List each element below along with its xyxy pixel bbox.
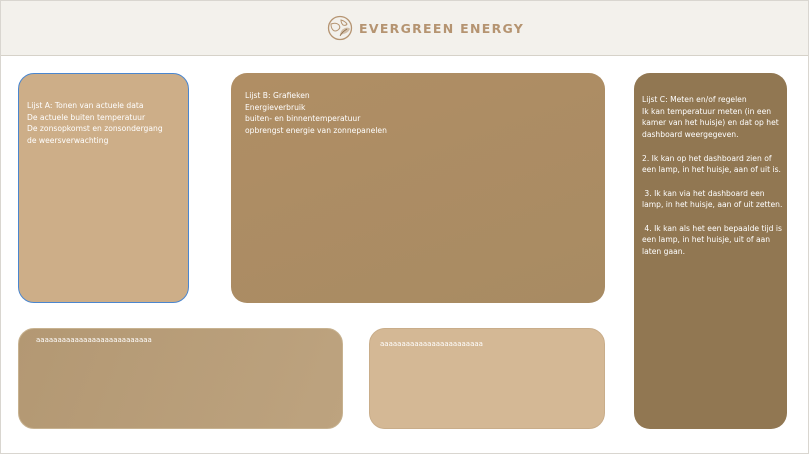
text-line: 3. Ik kan via het dashboard een bbox=[642, 188, 765, 198]
panel-bottom-middle-text: aaaaaaaaaaaaaaaaaaaaaaaa bbox=[380, 339, 604, 349]
text-line: Ik kan temperatuur meten (in een bbox=[642, 106, 772, 116]
panel-lijst-a[interactable]: Lijst A: Tonen van actuele data De actuel… bbox=[18, 73, 189, 303]
panel-lijst-c-text: Lijst C: Meten en/of regelen Ik kan tempe… bbox=[642, 94, 783, 258]
text-line: Lijst C: Meten en/of regelen bbox=[642, 95, 747, 104]
text-line: Lijst B: Grafieken bbox=[245, 91, 310, 100]
brand[interactable]: EVERGREEN ENERGY bbox=[327, 14, 524, 42]
panel-bottom-left[interactable]: aaaaaaaaaaaaaaaaaaaaaaaaaaa bbox=[18, 328, 343, 429]
text-line: laten gaan. bbox=[642, 247, 685, 257]
panel-lijst-c[interactable]: Lijst C: Meten en/of regelen Ik kan tempe… bbox=[634, 73, 787, 429]
text-line: de weersverwachting bbox=[27, 136, 109, 146]
text-line: De actuele buiten temperatuur bbox=[27, 112, 146, 122]
panel-lijst-b-text: Lijst B: Grafieken Energieverbruik buiten-… bbox=[245, 90, 605, 137]
evergreen-logo-icon bbox=[327, 15, 353, 41]
panel-lijst-a-text: Lijst A: Tonen van actuele data De actuel… bbox=[27, 100, 188, 147]
text-line: Energieverbruik bbox=[245, 102, 306, 112]
panel-lijst-b[interactable]: Lijst B: Grafieken Energieverbruik buiten-… bbox=[231, 73, 605, 303]
panel-bottom-left-text: aaaaaaaaaaaaaaaaaaaaaaaaaaa bbox=[36, 335, 342, 345]
brand-name: EVERGREEN ENERGY bbox=[359, 20, 525, 36]
text-line: De zonsopkomst en zonsondergang bbox=[27, 124, 163, 134]
text-line: aaaaaaaaaaaaaaaaaaaaaaaa bbox=[380, 340, 483, 348]
panel-bottom-middle[interactable]: aaaaaaaaaaaaaaaaaaaaaaaa bbox=[369, 328, 605, 429]
header-bar: EVERGREEN ENERGY bbox=[1, 1, 808, 56]
text-line: aaaaaaaaaaaaaaaaaaaaaaaaaaa bbox=[36, 336, 152, 344]
text-line: opbrengst energie van zonnepanelen bbox=[245, 126, 387, 136]
text-line: een lamp, in het huisje, uit of aan bbox=[642, 235, 771, 245]
text-line: een lamp, in het huisje, aan of uit is. bbox=[642, 165, 781, 175]
text-line: dashboard weergegeven. bbox=[642, 130, 739, 140]
text-line: Lijst A: Tonen van actuele data bbox=[27, 101, 144, 110]
text-line: 2. Ik kan op het dashboard zien of bbox=[642, 153, 772, 163]
text-line: lamp, in het huisje, aan of uit zetten. bbox=[642, 200, 783, 210]
text-line: buiten- en binnentemperatuur bbox=[245, 114, 361, 124]
text-line: 4. Ik kan als het een bepaalde tijd is bbox=[642, 223, 782, 233]
text-line: kamer van het huisje) en dat op het bbox=[642, 118, 779, 128]
